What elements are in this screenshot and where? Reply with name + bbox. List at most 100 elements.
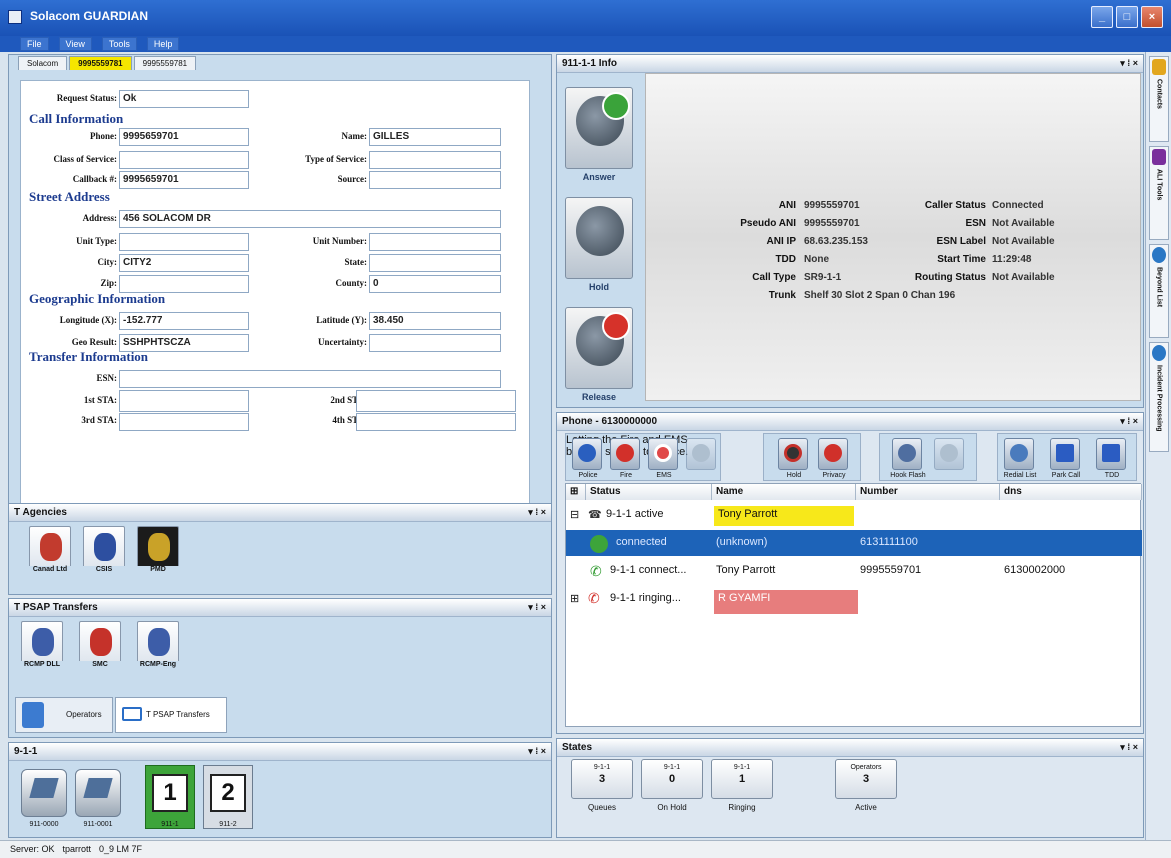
agencies-title: T Agencies bbox=[14, 507, 67, 518]
panel-controls-icon[interactable]: ▾ ⁞ × bbox=[528, 507, 546, 518]
panel-controls-icon[interactable]: ▾ ⁞ × bbox=[1120, 742, 1138, 753]
psap-button-1[interactable] bbox=[21, 621, 63, 663]
latitude-field[interactable]: 38.450 bbox=[369, 312, 501, 330]
hook-flash-button[interactable] bbox=[892, 438, 922, 470]
sta4-field[interactable] bbox=[356, 413, 516, 431]
agency-button-1[interactable] bbox=[29, 526, 71, 568]
unit-number-field[interactable] bbox=[369, 233, 501, 251]
tab-call-1[interactable]: 9995559781 bbox=[69, 56, 132, 70]
panel-controls-icon[interactable]: ▾ ⁞ × bbox=[528, 746, 546, 757]
expand-all-icon[interactable]: ⊞ bbox=[566, 484, 586, 500]
panel-controls-icon[interactable]: ▾ ⁞ × bbox=[1120, 58, 1138, 69]
line-2-button[interactable]: 2 bbox=[203, 765, 253, 829]
answer-button[interactable]: Answer bbox=[565, 87, 633, 182]
tab-call-2[interactable]: 9995559781 bbox=[133, 56, 197, 70]
hold-toolbar-button[interactable] bbox=[778, 438, 808, 470]
menu-view[interactable]: View bbox=[58, 37, 92, 51]
uncertainty-field[interactable] bbox=[369, 334, 501, 352]
table-row[interactable]: ⊞ ✆ 9-1-1 ringing... R GYAMFI bbox=[566, 586, 1142, 614]
sidebar-item-incident[interactable]: Incident Processing bbox=[1149, 342, 1169, 452]
collapse-icon[interactable]: ⊟ bbox=[570, 508, 579, 521]
expand-icon[interactable]: ⊞ bbox=[570, 592, 579, 605]
row-status: 9-1-1 active bbox=[606, 508, 664, 520]
hold-button[interactable]: Hold bbox=[565, 197, 633, 292]
queues-counter[interactable]: 9-1-1 3 bbox=[571, 759, 633, 799]
table-row-selected[interactable]: connected (unknown) 6131111100 bbox=[566, 530, 1142, 556]
disabled-phone-button[interactable] bbox=[686, 438, 716, 470]
longitude-field[interactable]: -152.777 bbox=[119, 312, 249, 330]
sta3-field[interactable] bbox=[119, 413, 249, 431]
col-status[interactable]: Status bbox=[586, 484, 712, 500]
tab-operators[interactable]: Operators bbox=[15, 697, 113, 733]
agency-button-2[interactable] bbox=[83, 526, 125, 568]
minimize-button[interactable]: _ bbox=[1091, 6, 1113, 28]
fire-button[interactable] bbox=[610, 438, 640, 470]
county-field[interactable]: 0 bbox=[369, 275, 501, 293]
agency-label-2: CSIS bbox=[83, 566, 125, 573]
routing-status-value: Not Available bbox=[992, 272, 1055, 283]
sidebar-item-beyond-list[interactable]: Beyond List bbox=[1149, 244, 1169, 338]
col-dns[interactable]: dns bbox=[1000, 484, 1142, 500]
caller-status-label: Caller Status bbox=[924, 200, 986, 211]
privacy-button[interactable] bbox=[818, 438, 848, 470]
agency-label-1: Canad Ltd bbox=[29, 566, 71, 573]
status-bar: Server: OK tparrott 0_9 LM 7F bbox=[0, 840, 1171, 858]
redial-list-button[interactable] bbox=[1004, 438, 1034, 470]
police-button[interactable] bbox=[572, 438, 602, 470]
sidebar-label-incident: Incident Processing bbox=[1155, 365, 1163, 432]
active-operators-counter[interactable]: Operators 3 bbox=[835, 759, 897, 799]
tos-field[interactable] bbox=[369, 151, 501, 169]
redial-icon bbox=[1010, 444, 1028, 462]
table-row[interactable]: ✆ 9-1-1 connect... Tony Parrott 99955597… bbox=[566, 558, 1142, 584]
trunk-label-1: 911-0000 bbox=[29, 821, 59, 828]
pseudo-ani-label: Pseudo ANI bbox=[740, 218, 796, 229]
esn-field[interactable] bbox=[119, 370, 501, 388]
phone-field[interactable]: 9995659701 bbox=[119, 128, 249, 146]
menu-file[interactable]: File bbox=[20, 37, 49, 51]
trunk-button-2[interactable] bbox=[75, 769, 121, 817]
sidebar-item-ali-tools[interactable]: ALI Tools bbox=[1149, 146, 1169, 240]
privacy-label: Privacy bbox=[822, 472, 846, 479]
table-row[interactable]: ⊟ ☎ 9-1-1 active Tony Parrott bbox=[566, 502, 1142, 528]
sidebar-item-contacts[interactable]: Contacts bbox=[1149, 56, 1169, 142]
maximize-button[interactable]: □ bbox=[1116, 6, 1138, 28]
release-button[interactable]: Release bbox=[565, 307, 633, 402]
menu-help[interactable]: Help bbox=[146, 37, 180, 51]
tab-psap-transfers[interactable]: T PSAP Transfers bbox=[115, 697, 227, 733]
user-status: tparrott bbox=[62, 844, 92, 854]
cos-field[interactable] bbox=[119, 151, 249, 169]
sta1-field[interactable] bbox=[119, 390, 249, 412]
sta2-field[interactable] bbox=[356, 390, 516, 412]
panel-controls-icon[interactable]: ▾ ⁞ × bbox=[528, 602, 546, 613]
unit-type-field[interactable] bbox=[119, 233, 249, 251]
col-number[interactable]: Number bbox=[856, 484, 1000, 500]
agency-button-3[interactable] bbox=[137, 526, 179, 568]
states-panel: States ▾ ⁞ × 9-1-1 3 Queues 9-1-1 0 On Hold… bbox=[556, 738, 1144, 838]
menu-tools[interactable]: Tools bbox=[101, 37, 137, 51]
smc-badge-icon bbox=[90, 628, 112, 656]
source-field[interactable] bbox=[369, 171, 501, 189]
name-field[interactable]: GILLES bbox=[369, 128, 501, 146]
callback-field[interactable]: 9995659701 bbox=[119, 171, 249, 189]
psap-button-2[interactable] bbox=[79, 621, 121, 663]
trunk-button-1[interactable] bbox=[21, 769, 67, 817]
psap-label-3: RCMP-Eng bbox=[137, 661, 179, 668]
ringing-counter[interactable]: 9-1-1 1 bbox=[711, 759, 773, 799]
col-name[interactable]: Name bbox=[712, 484, 856, 500]
line-1-button[interactable]: 1 bbox=[145, 765, 195, 829]
phone-icon bbox=[940, 444, 958, 462]
row-dns: 6130002000 bbox=[1004, 564, 1066, 576]
panel-controls-icon[interactable]: ▾ ⁞ × bbox=[1120, 416, 1138, 427]
city-field[interactable]: CITY2 bbox=[119, 254, 249, 272]
state-field[interactable] bbox=[369, 254, 501, 272]
queues-value: 3 bbox=[598, 773, 606, 785]
psap-button-3[interactable] bbox=[137, 621, 179, 663]
ems-button[interactable] bbox=[648, 438, 678, 470]
tdd-button[interactable] bbox=[1096, 438, 1126, 470]
on-hold-counter[interactable]: 9-1-1 0 bbox=[641, 759, 703, 799]
address-field[interactable]: 456 SOLACOM DR bbox=[119, 210, 501, 228]
disabled-phone-button-2[interactable] bbox=[934, 438, 964, 470]
tab-solacom[interactable]: Solacom bbox=[18, 56, 68, 70]
close-button[interactable]: × bbox=[1141, 6, 1163, 28]
park-call-button[interactable] bbox=[1050, 438, 1080, 470]
